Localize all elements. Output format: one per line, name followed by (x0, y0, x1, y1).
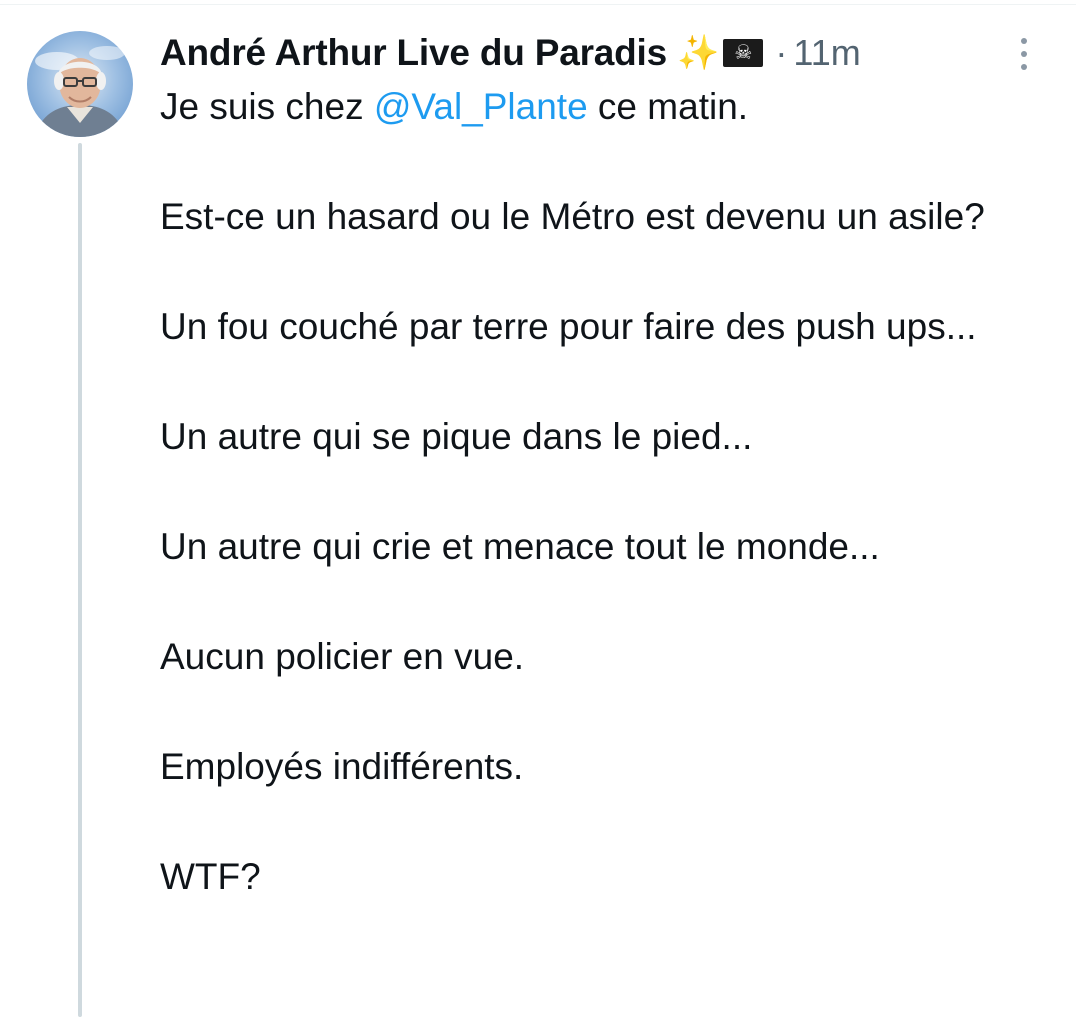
sparkles-icon: ✨ (677, 34, 720, 72)
tweet-paragraph: Est-ce un hasard ou le Métro est devenu … (160, 196, 985, 237)
skull-crossbones-icon: ☠ (734, 42, 753, 64)
tweet-text: Je suis chez @Val_Plante ce matin. Est-c… (160, 79, 1040, 904)
tweet-paragraph: Employés indifférents. (160, 746, 524, 787)
tweet-line-1: Je suis chez @Val_Plante ce matin. (160, 79, 1040, 134)
pirate-flag-icon: ☠ (723, 39, 764, 67)
more-options-button[interactable] (1010, 34, 1038, 74)
tweet[interactable]: André Arthur Live du Paradis ✨ ☠ · 11m Je… (0, 0, 1076, 1017)
more-dot (1021, 64, 1027, 70)
more-dot (1021, 51, 1027, 57)
tweet-paragraph: Aucun policier en vue. (160, 636, 525, 677)
mention-link[interactable]: @Val_Plante (374, 86, 588, 127)
tweet-line-1-start: Je suis chez (160, 86, 374, 127)
tweet-line-1-end: ce matin. (587, 86, 749, 127)
name-emojis: ✨ ☠ (677, 34, 764, 72)
tweet-paragraph: Un autre qui crie et menace tout le mond… (160, 526, 880, 567)
thread-line (78, 143, 82, 1017)
author-display-name[interactable]: André Arthur Live du Paradis (160, 32, 667, 74)
tweet-timestamp[interactable]: 11m (793, 32, 860, 73)
author-avatar[interactable] (27, 31, 133, 137)
tweet-meta: · 11m (775, 32, 860, 74)
meta-separator: · (775, 32, 788, 73)
tweet-header: André Arthur Live du Paradis ✨ ☠ · 11m (160, 30, 861, 76)
tweet-paragraph: Un autre qui se pique dans le pied... (160, 416, 753, 457)
tweet-paragraph: WTF? (160, 856, 261, 897)
tweet-paragraph: Un fou couché par terre pour faire des p… (160, 306, 977, 347)
avatar-portrait-icon (35, 46, 125, 137)
more-dots-icon (1021, 38, 1027, 44)
